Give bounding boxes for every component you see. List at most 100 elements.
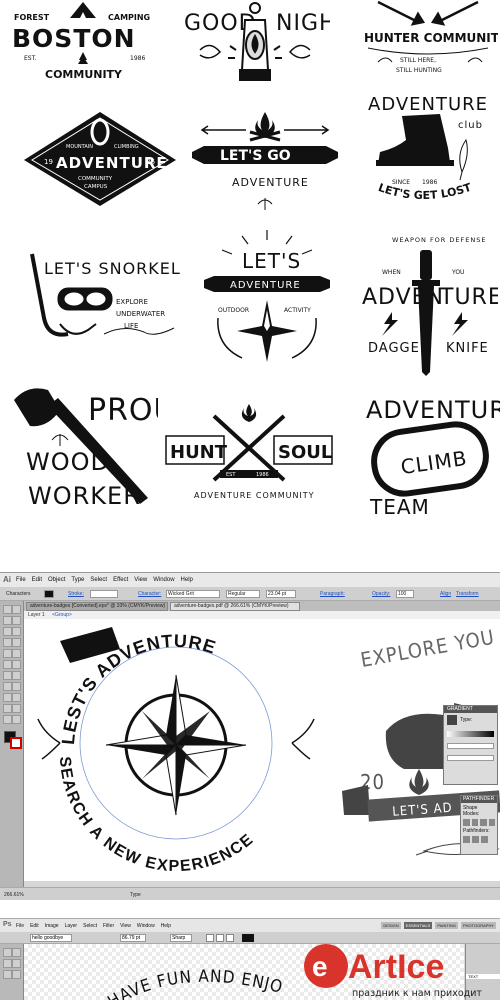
ps-brush-tool-icon[interactable] <box>3 970 12 979</box>
workspace-painting[interactable]: PAINTING <box>435 922 458 929</box>
menu-view[interactable]: View <box>134 577 147 583</box>
menu-select[interactable]: Select <box>90 577 107 583</box>
rectangle-tool-icon[interactable] <box>12 638 21 647</box>
font-family-field[interactable]: Wicked Grit <box>166 590 220 598</box>
character-link[interactable]: Character: <box>138 591 161 597</box>
menu-object[interactable]: Object <box>48 577 65 583</box>
intersect-icon[interactable] <box>480 819 487 826</box>
lasso-tool-icon[interactable] <box>12 616 21 625</box>
ps-size-field[interactable]: 86.79 pt <box>120 934 146 942</box>
gradient-field-2[interactable] <box>447 755 494 761</box>
align-right-icon[interactable] <box>226 934 234 942</box>
trim-icon[interactable] <box>472 836 479 843</box>
fill-swatch[interactable] <box>44 590 54 598</box>
tab-eps-document[interactable]: adventure-badges [Converted].eps* @ 33% … <box>26 602 168 611</box>
ps-antialias-field[interactable]: Sharp <box>170 934 192 942</box>
gradient-field[interactable] <box>447 743 494 749</box>
blend-tool-icon[interactable] <box>12 704 21 713</box>
pen-tool-icon[interactable] <box>3 627 12 636</box>
menu-effect[interactable]: Effect <box>113 577 128 583</box>
merge-icon[interactable] <box>481 836 488 843</box>
ps-crop-tool-icon[interactable] <box>12 959 21 968</box>
workspace-essentials[interactable]: ESSENTIALS <box>403 922 433 929</box>
ps-move-tool-icon[interactable] <box>3 948 12 957</box>
direct-selection-tool-icon[interactable] <box>12 605 21 614</box>
hunter-badge: HUNTER COMMUNITY STILL HERE, STILL HUNTI… <box>360 0 498 74</box>
group-label[interactable]: <Group> <box>52 612 72 618</box>
zoom-tool-icon[interactable] <box>12 715 21 724</box>
gradient-swatch[interactable] <box>447 715 457 725</box>
opacity-link[interactable]: Opacity: <box>372 591 390 597</box>
snorkel-line2: UNDERWATER <box>116 310 165 318</box>
menu-help[interactable]: Help <box>181 577 193 583</box>
minus-front-icon[interactable] <box>471 819 478 826</box>
align-left-icon[interactable] <box>206 934 214 942</box>
eyedropper-tool-icon[interactable] <box>3 704 12 713</box>
gradient-slider[interactable] <box>447 731 494 737</box>
proud-label: PROUD <box>88 393 158 428</box>
ps-menu-layer[interactable]: Layer <box>65 923 78 929</box>
unite-icon[interactable] <box>463 819 470 826</box>
ps-menu-edit[interactable]: Edit <box>30 923 39 929</box>
ps-marquee-tool-icon[interactable] <box>12 948 21 957</box>
menu-window[interactable]: Window <box>153 577 174 583</box>
photoshop-logo-icon: Ps <box>3 921 12 928</box>
line-tool-icon[interactable] <box>3 638 12 647</box>
stroke-link[interactable]: Stroke: <box>68 591 84 597</box>
exclude-icon[interactable] <box>488 819 495 826</box>
magic-wand-tool-icon[interactable] <box>3 616 12 625</box>
text-color-swatch[interactable] <box>242 934 254 942</box>
ps-menu-window[interactable]: Window <box>137 923 155 929</box>
rotate-tool-icon[interactable] <box>3 660 12 669</box>
mesh-tool-icon[interactable] <box>3 693 12 702</box>
ps-artwork-text: HAVE FUN AND ENJOY <box>24 944 284 1000</box>
stroke-field[interactable] <box>90 590 118 598</box>
ps-menu-filter[interactable]: Filter <box>103 923 114 929</box>
pathfinders-label: Pathfinders: <box>463 828 490 834</box>
tab-pdf-document[interactable]: adventure-badges.pdf @ 266.61% (CMYK/Pre… <box>170 602 300 611</box>
brush-tool-icon[interactable] <box>3 649 12 658</box>
font-size-field[interactable]: 23.04 pt <box>266 590 296 598</box>
menu-file[interactable]: File <box>16 577 26 583</box>
ps-font-field[interactable]: hello goodbye <box>30 934 72 942</box>
hand-tool-icon[interactable] <box>3 715 12 724</box>
workspace-design[interactable]: DESIGN <box>381 922 401 929</box>
layer-label[interactable]: Layer 1 <box>28 612 45 618</box>
pencil-tool-icon[interactable] <box>12 649 21 658</box>
gradient-panel-title: GRADIENT <box>444 706 497 713</box>
menu-type[interactable]: Type <box>71 577 84 583</box>
align-center-icon[interactable] <box>216 934 224 942</box>
transform-link[interactable]: Transform <box>456 591 479 597</box>
paragraph-link[interactable]: Paragraph: <box>320 591 345 597</box>
gradient-tool-icon[interactable] <box>12 693 21 702</box>
stroke-color-icon[interactable] <box>10 737 22 749</box>
opacity-field[interactable]: 100 <box>396 590 414 598</box>
workspace-photography[interactable]: PHOTOGRAPHY <box>460 922 496 929</box>
symbol-tool-icon[interactable] <box>3 682 12 691</box>
type-tool-icon[interactable] <box>12 627 21 636</box>
club-adventure: ADVENTURE <box>368 94 488 115</box>
menu-edit[interactable]: Edit <box>32 577 42 583</box>
graph-tool-icon[interactable] <box>12 682 21 691</box>
ps-lasso-tool-icon[interactable] <box>3 959 12 968</box>
ps-menu-select[interactable]: Select <box>83 923 97 929</box>
ps-menu-file[interactable]: File <box>16 923 24 929</box>
align-link[interactable]: Align <box>440 591 451 597</box>
shape-modes-label: Shape Modes: <box>463 805 480 817</box>
zoom-readout[interactable]: 266.61% <box>4 892 24 898</box>
svg-text:e: e <box>312 951 328 982</box>
scale-tool-icon[interactable] <box>12 660 21 669</box>
dagger-icon <box>412 250 440 376</box>
team-label: TEAM <box>369 495 430 519</box>
ps-menu-image[interactable]: Image <box>45 923 59 929</box>
activity-label: ACTIVITY <box>284 307 311 314</box>
illustrator-canvas[interactable]: LEST'S ADVENTURE SEARCH A NEW EXPERIENCE… <box>24 619 500 881</box>
warp-tool-icon[interactable] <box>3 671 12 680</box>
font-style-field[interactable]: Regular <box>226 590 260 598</box>
ps-type-tool-icon[interactable] <box>12 970 21 979</box>
ps-menu-help[interactable]: Help <box>161 923 171 929</box>
ps-menu-view[interactable]: View <box>120 923 131 929</box>
free-transform-tool-icon[interactable] <box>12 671 21 680</box>
selection-tool-icon[interactable] <box>3 605 12 614</box>
divide-icon[interactable] <box>463 836 470 843</box>
